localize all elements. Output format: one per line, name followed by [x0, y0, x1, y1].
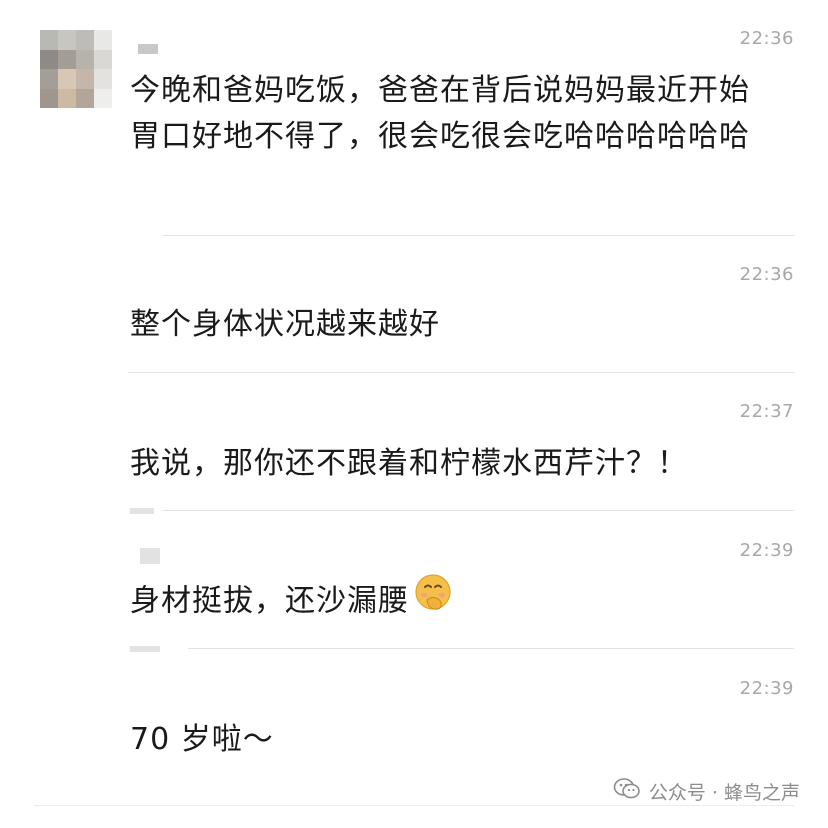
sender-name-blurred: [138, 44, 158, 54]
message-text[interactable]: 今晚和爸妈吃饭，爸爸在背后说妈妈最近开始胃口好地不得了，很会吃很会吃哈哈哈哈哈哈: [130, 68, 770, 160]
sender-name-blurred: [140, 548, 160, 564]
sender-name-blurred: [130, 508, 154, 514]
message-text: 身材挺拔，还沙漏腰: [130, 583, 409, 619]
watermark-text: 公众号 · 蜂鸟之声: [648, 782, 800, 804]
message-text[interactable]: 整个身体状况越来越好: [130, 302, 780, 348]
message-time: 22:36: [739, 28, 794, 49]
message-text[interactable]: 我说，那你还不跟着和柠檬水西芹汁？！: [130, 441, 780, 487]
message-text-row[interactable]: 身材挺拔，还沙漏腰: [130, 574, 780, 626]
message-divider: [162, 510, 794, 511]
avatar[interactable]: [40, 30, 112, 108]
message-time: 22:39: [739, 678, 794, 699]
watermark: 公众号 · 蜂鸟之声: [613, 777, 800, 806]
shy-smile-emoji-icon: [413, 572, 453, 626]
message-time: 22:37: [739, 401, 794, 422]
sender-name-blurred: [130, 646, 160, 652]
message-time: 22:36: [739, 264, 794, 285]
message-text[interactable]: 70 岁啦～: [130, 717, 780, 763]
message-time: 22:39: [739, 540, 794, 561]
message-divider: [128, 372, 794, 373]
message-divider: [188, 648, 794, 649]
wechat-icon: [613, 777, 641, 806]
message-divider: [162, 235, 794, 236]
